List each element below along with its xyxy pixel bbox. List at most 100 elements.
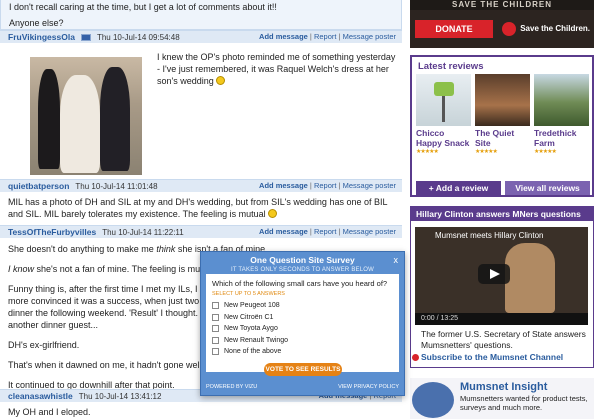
survey-popup: One Question Site Survey IT TAKES ONLY S… [200, 251, 405, 396]
post-text: My OH and I eloped. [8, 407, 91, 417]
post-text: Anyone else? [9, 18, 64, 28]
view-all-reviews-button[interactable]: View all reviews [505, 181, 590, 195]
video-controls[interactable]: 0:00 / 13:25 [415, 313, 588, 325]
add-message-link[interactable]: Add message [259, 181, 308, 190]
survey-option[interactable]: New Peugeot 108 [212, 300, 393, 312]
post-header: TessOfTheFurbyvilles Thu 10-Jul-14 11:22… [0, 225, 402, 238]
survey-hint: SELECT UP TO 5 ANSWERS [212, 291, 285, 297]
separator: | [338, 181, 341, 190]
post-timestamp: Thu 10-Jul-14 11:01:48 [75, 181, 158, 191]
post-text: MIL has a photo of DH and SIL at my and … [8, 197, 388, 219]
insight-title[interactable]: Mumsnet Insight [460, 381, 547, 393]
ad-brand-text: Save the Children. [520, 24, 590, 33]
post-timestamp: Thu 10-Jul-14 11:22:11 [102, 227, 184, 237]
message-poster-link[interactable]: Message poster [343, 227, 396, 236]
privacy-policy-link[interactable]: VIEW PRIVACY POLICY [338, 384, 399, 390]
poster-name[interactable]: TessOfTheFurbyvilles [8, 227, 96, 237]
separator: | [338, 227, 341, 236]
review-title[interactable]: The Quiet Site [475, 128, 530, 148]
save-the-children-ad[interactable]: SAVE THE CHILDREN DONATE Save the Childr… [410, 0, 594, 48]
separator: | [309, 181, 312, 190]
play-icon[interactable] [478, 264, 510, 284]
review-image[interactable] [534, 74, 589, 126]
option-label[interactable]: None of the above [224, 348, 281, 355]
report-link[interactable]: Report [314, 227, 337, 236]
subscribe-label[interactable]: Subscribe to the Mumsnet Channel [421, 352, 563, 362]
review-item[interactable]: The Quiet Site ★★★★★ [475, 74, 530, 155]
survey-option[interactable]: New Citroën C1 [212, 312, 393, 324]
poster-name[interactable]: cleanasawhistle [8, 391, 73, 401]
add-message-link[interactable]: Add message [259, 227, 308, 236]
video-caption: The former U.S. Secretary of State answe… [421, 329, 586, 350]
vote-button[interactable]: VOTE TO SEE RESULTS [264, 363, 342, 376]
message-poster-link[interactable]: Message poster [343, 32, 396, 41]
review-item[interactable]: Chicco Happy Snack ★★★★★ [416, 74, 471, 155]
option-label[interactable]: New Toyota Aygo [224, 325, 278, 332]
subscribe-link[interactable]: Subscribe to the Mumsnet Channel [412, 352, 563, 362]
add-message-link[interactable]: Add message [259, 32, 308, 41]
option-label[interactable]: New Citroën C1 [224, 314, 273, 321]
post-timestamp: Thu 10-Jul-14 09:54:48 [96, 32, 180, 42]
rating-stars-icon: ★★★★★ [475, 149, 498, 155]
post-timestamp: Thu 10-Jul-14 13:41:12 [78, 391, 162, 401]
poster-name[interactable]: FruVikingessOla [8, 32, 75, 42]
poster-name[interactable]: quietbatperson [8, 181, 69, 191]
checkbox[interactable] [212, 325, 219, 333]
smiley-icon [268, 209, 278, 218]
message-poster-link[interactable]: Message poster [343, 181, 396, 190]
youtube-icon [412, 354, 419, 361]
checkbox[interactable] [212, 302, 219, 310]
close-icon[interactable]: x [394, 255, 399, 265]
post-actions: Add message | Report | Message poster [259, 227, 396, 236]
review-actions: + Add a review View all reviews [416, 181, 590, 195]
survey-option[interactable]: New Renault Twingo [212, 335, 393, 347]
video-frame [505, 243, 555, 313]
review-image[interactable] [416, 74, 471, 126]
review-image[interactable] [475, 74, 530, 126]
checkbox[interactable] [212, 348, 219, 356]
option-label[interactable]: New Peugeot 108 [224, 302, 280, 309]
powered-by-link[interactable]: POWERED BY VIZU [206, 384, 257, 390]
rating-stars-icon: ★★★★★ [416, 149, 439, 155]
smiley-icon [216, 76, 226, 85]
checkbox[interactable] [212, 336, 219, 344]
post-text: I don't recall caring at the time, but I… [9, 2, 277, 12]
survey-title: One Question Site Survey [250, 255, 355, 265]
post-body-top: I don't recall caring at the time, but I… [0, 0, 402, 30]
review-title[interactable]: Tredethick Farm [534, 128, 589, 148]
ad-banner-text: SAVE THE CHILDREN [410, 0, 594, 10]
text-run: think [156, 244, 176, 254]
video-title[interactable]: Mumsnet meets Hillary Clinton [415, 227, 588, 240]
post-body: My OH and I eloped. [8, 407, 91, 417]
reviews-title: Latest reviews [418, 61, 484, 72]
photo-figure [100, 67, 130, 171]
photo-figure [38, 69, 60, 169]
post-body: I knew the OP's photo reminded me of som… [157, 51, 397, 87]
survey-option[interactable]: New Toyota Aygo [212, 323, 393, 335]
charity-logo-icon [502, 21, 517, 36]
latest-reviews-panel: Latest reviews Chicco Happy Snack ★★★★★ … [410, 55, 594, 197]
video-panel: Hillary Clinton answers MNers questions … [410, 206, 594, 368]
post-header: quietbatperson Thu 10-Jul-14 11:01:48 Ad… [0, 179, 402, 192]
insight-text: Mumsnetters wanted for product tests, su… [460, 394, 588, 412]
review-title[interactable]: Chicco Happy Snack [416, 128, 471, 148]
post-actions: Add message | Report | Message poster [259, 181, 396, 190]
checkbox[interactable] [212, 313, 219, 321]
donate-button[interactable]: DONATE [415, 20, 493, 38]
post-photo[interactable] [30, 57, 142, 175]
post-text: I knew the OP's photo reminded me of som… [157, 52, 396, 86]
rating-stars-icon: ★★★★★ [534, 149, 557, 155]
sidebar: SAVE THE CHILDREN DONATE Save the Childr… [406, 0, 600, 419]
video-panel-title[interactable]: Hillary Clinton answers MNers questions [411, 207, 593, 221]
report-link[interactable]: Report [314, 32, 337, 41]
review-item[interactable]: Tredethick Farm ★★★★★ [534, 74, 589, 155]
option-label[interactable]: New Renault Twingo [224, 337, 288, 344]
separator: | [309, 32, 312, 41]
survey-option[interactable]: None of the above [212, 346, 393, 358]
video-player[interactable]: Mumsnet meets Hillary Clinton 0:00 / 13:… [415, 227, 588, 325]
report-link[interactable]: Report [314, 181, 337, 190]
add-review-button[interactable]: + Add a review [416, 181, 501, 195]
post-header: FruVikingessOla Thu 10-Jul-14 09:54:48 A… [0, 30, 402, 43]
review-list: Chicco Happy Snack ★★★★★ The Quiet Site … [412, 74, 592, 155]
mumsnet-insight-panel[interactable]: Mumsnet Insight Mumsnetters wanted for p… [410, 378, 594, 419]
